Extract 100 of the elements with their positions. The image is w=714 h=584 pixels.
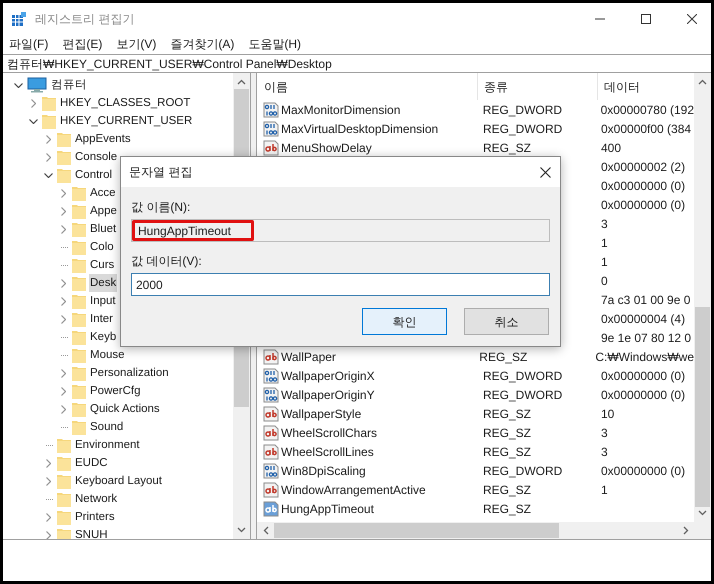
column-header[interactable]: 데이터 (604, 78, 640, 96)
scroll-left-icon[interactable] (263, 526, 269, 535)
maximize-icon[interactable] (641, 14, 651, 24)
menu-item[interactable]: 즐겨찾기(A) (170, 35, 234, 53)
tree-item[interactable]: Bluet (89, 220, 118, 238)
value-name[interactable]: Win8DpiScaling (281, 462, 366, 480)
table-cell: 0x00000004 (4) (601, 312, 686, 326)
value-name[interactable]: WheelScrollLines (281, 442, 374, 460)
table-cell: 0x00000000 (0) (601, 178, 686, 192)
list-scrollbar[interactable] (694, 73, 711, 522)
chevron-right-icon[interactable] (60, 188, 66, 198)
chevron-right-icon[interactable] (60, 368, 66, 378)
scroll-down-icon[interactable] (698, 510, 707, 516)
tree-item[interactable]: Input (89, 292, 117, 310)
folder-icon (72, 221, 86, 237)
horizontal-scrollbar[interactable] (257, 522, 711, 539)
chevron-right-icon[interactable] (60, 404, 66, 414)
table-cell: REG_DWORD (483, 122, 562, 136)
dialog-button[interactable]: 확인 (362, 308, 447, 335)
tree-item[interactable]: Control (74, 166, 114, 184)
field-label: 값 데이터(V): (131, 253, 203, 269)
scrollbar-thumb[interactable] (695, 307, 710, 507)
column-header[interactable]: 이름 (264, 78, 288, 96)
chevron-right-icon[interactable] (60, 314, 66, 324)
dialog-title: 문자열 편집 (129, 164, 192, 181)
table-cell: 0x00000f00 (384 (601, 122, 692, 136)
menu-item[interactable]: 보기(V) (116, 35, 156, 53)
chevron-down-icon[interactable] (14, 82, 22, 88)
chevron-down-icon[interactable] (28, 118, 38, 124)
value-name[interactable]: MaxVirtualDesktopDimension (281, 120, 438, 138)
tree-item[interactable]: Network (74, 490, 118, 508)
chevron-right-icon[interactable] (60, 296, 66, 306)
tree-item[interactable]: Environment (74, 436, 141, 454)
folder-icon (72, 401, 86, 417)
tree-item[interactable]: HKEY_CURRENT_USER (59, 112, 194, 130)
table-cell: REG_SZ (483, 482, 532, 496)
tree-item[interactable]: EUDC (74, 454, 109, 472)
scroll-up-icon[interactable] (237, 79, 246, 85)
close-icon[interactable] (540, 166, 551, 178)
tree-item[interactable]: Quick Actions (89, 400, 161, 418)
tree-item[interactable]: Appe (89, 202, 118, 220)
chevron-right-icon[interactable] (46, 458, 50, 468)
value-name[interactable]: MenuShowDelay (281, 138, 372, 156)
tree-item[interactable]: Personalization (89, 364, 170, 382)
value-data-field[interactable]: 2000 (131, 273, 550, 296)
chevron-down-icon[interactable] (44, 172, 52, 178)
tree-item[interactable]: PowerCfg (89, 382, 142, 400)
tree-item[interactable]: Inter (89, 310, 114, 328)
tree-item[interactable]: Mouse (89, 346, 126, 364)
value-name[interactable]: WallPaper (281, 348, 336, 366)
chevron-right-icon[interactable] (46, 530, 50, 539)
close-icon[interactable] (687, 14, 697, 24)
tree-item[interactable]: Curs (89, 256, 116, 274)
tree-item[interactable]: SNUH (74, 526, 109, 539)
chevron-right-icon[interactable] (46, 512, 50, 522)
value-name[interactable]: WallpaperStyle (281, 404, 362, 422)
address-bar[interactable]: 컴퓨터₩HKEY_CURRENT_USER₩Control Panel₩Desktop (3, 54, 711, 73)
value-name[interactable]: WindowArrangementActive (281, 480, 426, 498)
scroll-down-icon[interactable] (237, 527, 246, 533)
folder-icon (72, 419, 86, 435)
value-name[interactable]: HungAppTimeout (281, 500, 374, 518)
registry-editor-icon (11, 10, 27, 26)
chevron-right-icon[interactable] (60, 386, 66, 396)
scrollbar-thumb[interactable] (274, 523, 559, 538)
value-name[interactable]: WallpaperOriginX (281, 366, 375, 384)
chevron-right-icon[interactable] (46, 476, 50, 486)
tree-item[interactable]: Console (74, 148, 118, 166)
scroll-right-icon[interactable] (683, 526, 689, 535)
scroll-up-icon[interactable] (698, 79, 707, 85)
tree-item[interactable]: Keyboard Layout (74, 472, 163, 490)
folder-icon (72, 239, 86, 255)
column-header[interactable]: 종류 (484, 78, 508, 96)
chevron-right-icon[interactable] (60, 224, 66, 234)
table-cell: 0x00000000 (0) (601, 388, 686, 402)
menu-item[interactable]: 도움말(H) (248, 35, 301, 53)
folder-icon (57, 473, 71, 489)
value-name[interactable]: WheelScrollChars (281, 424, 378, 442)
chevron-right-icon[interactable] (60, 206, 66, 216)
chevron-right-icon[interactable] (46, 152, 50, 162)
chevron-right-icon[interactable] (60, 278, 66, 288)
tree-item[interactable]: Desk (89, 274, 118, 292)
chevron-right-icon[interactable] (46, 134, 50, 144)
chevron-right-icon[interactable] (30, 98, 36, 108)
tree-item[interactable]: 컴퓨터 (50, 76, 88, 94)
tree-item[interactable]: AppEvents (74, 130, 132, 148)
tree-item[interactable]: Keyb (89, 328, 118, 346)
table-cell: 9e 1e 07 80 12 0 (601, 330, 692, 344)
value-name[interactable]: MaxMonitorDimension (281, 100, 400, 118)
value-name[interactable]: WallpaperOriginY (281, 386, 375, 404)
tree-item[interactable]: Sound (89, 418, 124, 436)
menu-item[interactable]: 파일(F) (9, 35, 48, 53)
table-cell: REG_DWORD (483, 464, 562, 478)
value-name-field[interactable]: HungAppTimeout (131, 219, 550, 242)
tree-item[interactable]: Printers (74, 508, 116, 526)
dialog-button[interactable]: 취소 (464, 308, 549, 335)
tree-item[interactable]: HKEY_CLASSES_ROOT (59, 94, 192, 112)
tree-item[interactable]: Acce (89, 184, 117, 202)
table-cell: 7a c3 01 00 9e 0 (601, 292, 690, 306)
menu-item[interactable]: 편집(E) (62, 35, 102, 53)
tree-item[interactable]: Colo (89, 238, 115, 256)
